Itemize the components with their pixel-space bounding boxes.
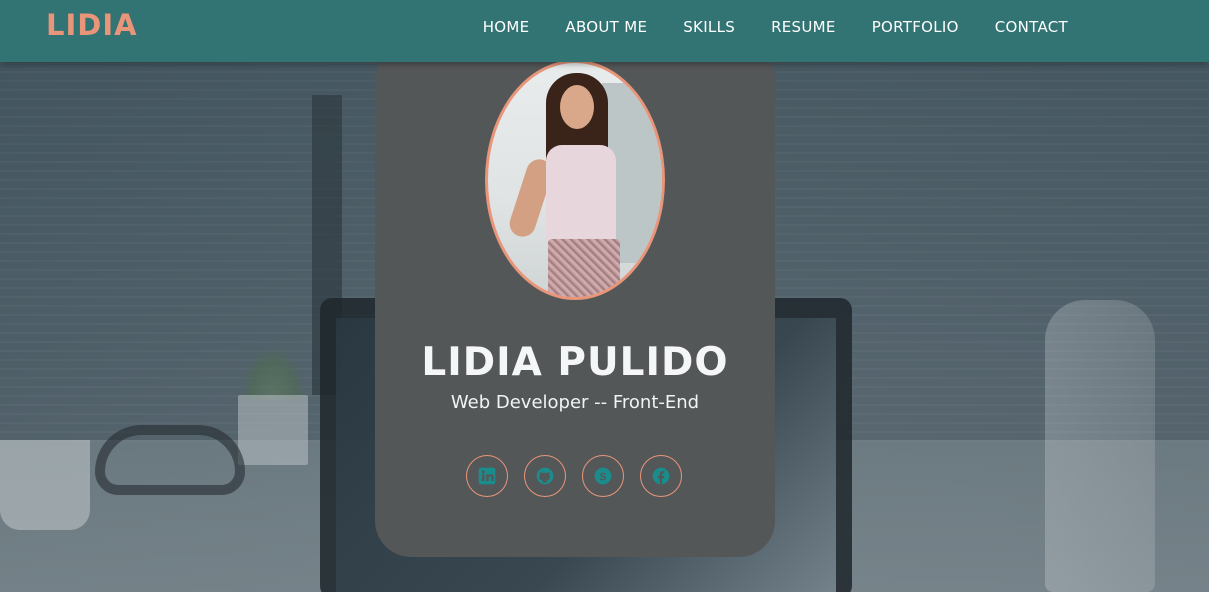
nav-portfolio[interactable]: PORTFOLIO [854, 18, 977, 36]
profile-photo [485, 60, 665, 300]
skype-link[interactable] [582, 455, 624, 497]
main-nav: HOME ABOUT ME SKILLS RESUME PORTFOLIO CO… [465, 0, 1086, 54]
profile-card: LIDIA PULIDO Web Developer -- Front-End [375, 44, 775, 557]
nav-skills[interactable]: SKILLS [665, 18, 753, 36]
linkedin-link[interactable] [466, 455, 508, 497]
social-links [466, 455, 682, 497]
nav-home[interactable]: HOME [465, 18, 548, 36]
nav-about-me[interactable]: ABOUT ME [547, 18, 665, 36]
facebook-link[interactable] [640, 455, 682, 497]
nav-contact[interactable]: CONTACT [977, 18, 1086, 36]
nav-resume[interactable]: RESUME [753, 18, 854, 36]
profile-title: Web Developer -- Front-End [450, 392, 700, 413]
plant-pot [238, 395, 308, 465]
github-link[interactable] [524, 455, 566, 497]
site-header: LIDIA HOME ABOUT ME SKILLS RESUME PORTFO… [0, 0, 1209, 62]
site-logo[interactable]: LIDIA [46, 8, 138, 42]
profile-name: LIDIA PULIDO [421, 340, 729, 385]
linkedin-icon [478, 467, 496, 485]
plant [240, 345, 306, 400]
github-icon [536, 467, 554, 485]
skype-icon [594, 467, 612, 485]
coffee-cup [0, 440, 90, 530]
headphones [95, 425, 245, 495]
speaker [1045, 300, 1155, 592]
facebook-icon [652, 467, 670, 485]
